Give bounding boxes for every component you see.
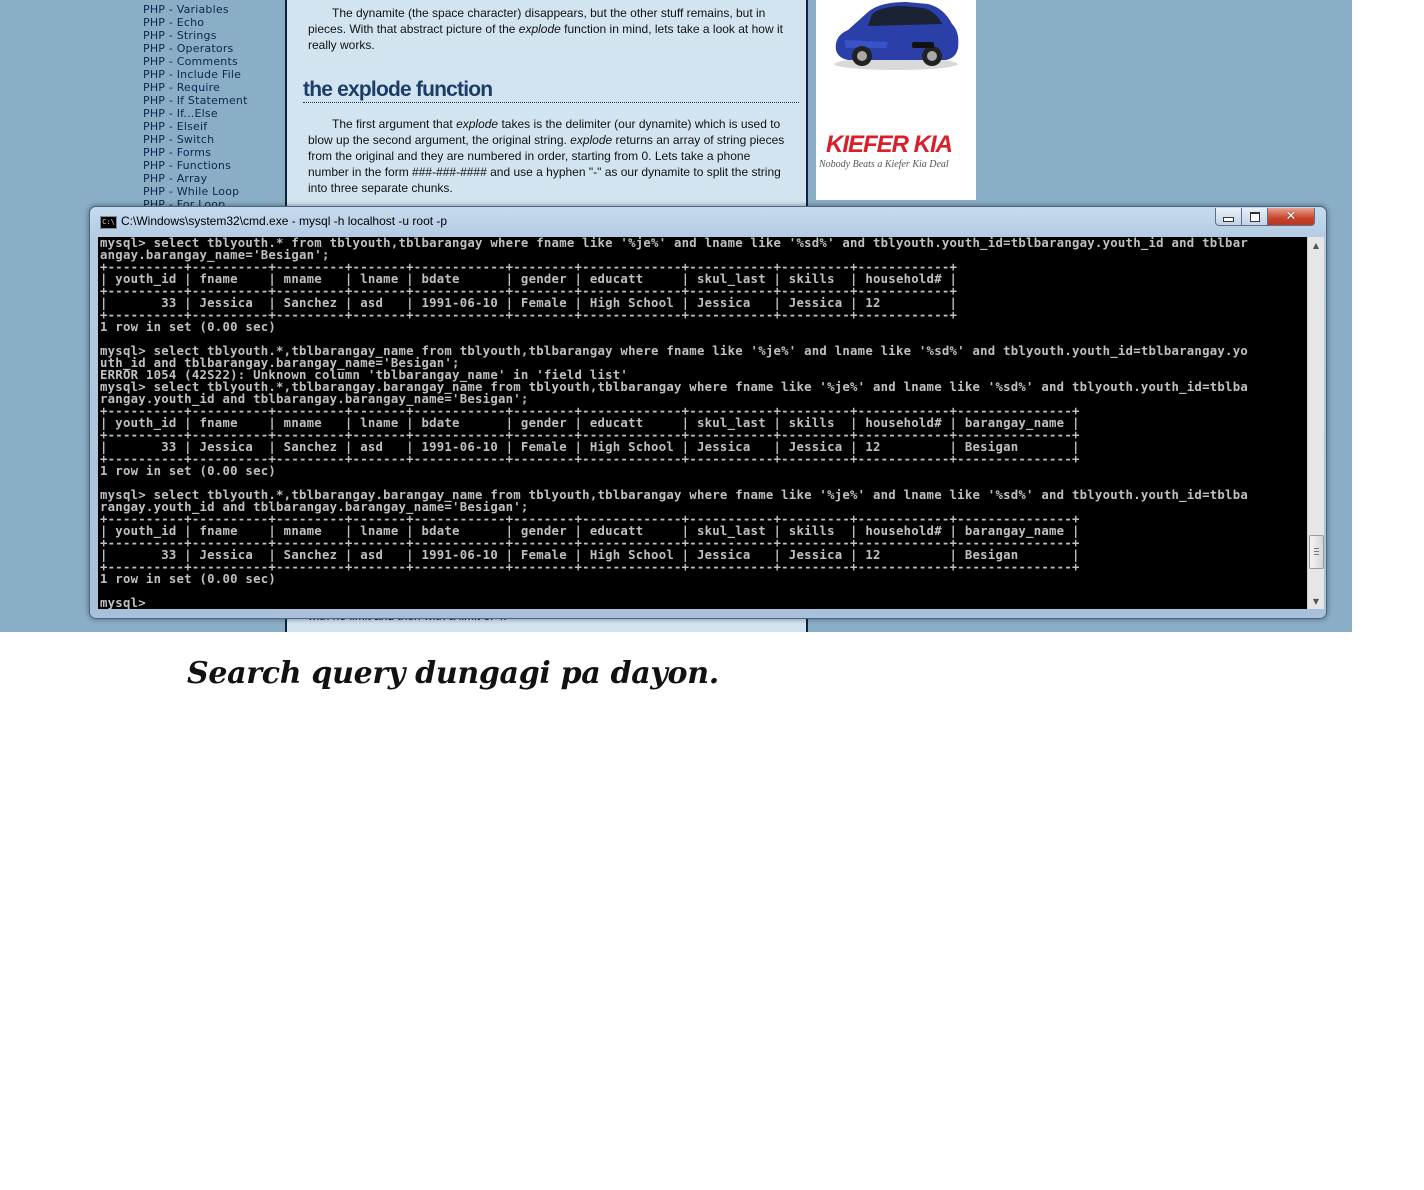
sidebar-nav-link[interactable]: PHP - Strings: [143, 29, 283, 42]
console-text: mysql> select tblyouth.* from tblyouth,t…: [100, 237, 1249, 609]
cmd-titlebar[interactable]: C:\ C:\Windows\system32\cmd.exe - mysql …: [90, 207, 1326, 237]
maximize-icon: [1249, 211, 1260, 222]
grip-line: [1314, 548, 1319, 549]
vertical-scrollbar[interactable]: ▲ ▼: [1307, 237, 1324, 609]
cmd-app-icon[interactable]: C:\: [100, 216, 117, 229]
close-button[interactable]: ✕: [1267, 208, 1315, 226]
ad-tagline: Nobody Beats a Kiefer Kia Deal: [819, 159, 949, 170]
emphasis-text: explode: [456, 117, 499, 131]
sidebar-nav-link[interactable]: PHP - Functions: [143, 159, 283, 172]
maximize-button[interactable]: [1241, 208, 1268, 226]
sidebar-nav-link[interactable]: PHP - Array: [143, 172, 283, 185]
close-icon: ✕: [1285, 209, 1297, 224]
sidebar-nav-link[interactable]: PHP - Comments: [143, 55, 283, 68]
emphasis-text: explode: [570, 133, 613, 147]
sidebar-nav-link[interactable]: PHP - Switch: [143, 133, 283, 146]
sidebar-nav-link[interactable]: PHP - Require: [143, 81, 283, 94]
minimize-icon: [1223, 217, 1234, 222]
caption-text: Search query dungagi pa dayon.: [187, 656, 719, 691]
kia-advertisement[interactable]: KIEFER KIA Nobody Beats a Kiefer Kia Dea…: [816, 0, 976, 200]
sidebar-nav-link[interactable]: PHP - Forms: [143, 146, 283, 159]
car-image: [834, 2, 959, 70]
sidebar-nav-link[interactable]: PHP - Include File: [143, 68, 283, 81]
section-heading: the explode function: [303, 77, 799, 103]
window-title: C:\Windows\system32\cmd.exe - mysql -h l…: [121, 214, 448, 228]
sidebar-nav-link[interactable]: PHP - While Loop: [143, 185, 283, 198]
sidebar-nav-link[interactable]: PHP - Variables: [143, 3, 283, 16]
article-paragraph: The dynamite (the space character) disap…: [308, 5, 788, 53]
console-output[interactable]: mysql> select tblyouth.* from tblyouth,t…: [98, 237, 1307, 609]
grip-line: [1314, 551, 1319, 552]
article-paragraph: The first argument that explode takes is…: [308, 116, 788, 196]
minimize-button[interactable]: [1215, 208, 1242, 226]
sidebar-nav-link[interactable]: PHP - If Statement: [143, 94, 283, 107]
emphasis-text: explode: [518, 22, 561, 36]
scroll-up-arrow-icon[interactable]: ▲: [1308, 237, 1324, 253]
scrollbar-thumb[interactable]: [1309, 535, 1324, 569]
php-tutorial-nav: PHP - Variables PHP - Echo PHP - Strings PH…: [143, 3, 283, 211]
paragraph-text: The first argument that: [332, 117, 457, 131]
cmd-window[interactable]: C:\ C:\Windows\system32\cmd.exe - mysql …: [89, 206, 1327, 619]
grip-line: [1314, 554, 1319, 555]
sidebar-nav-link[interactable]: PHP - Elseif: [143, 120, 283, 133]
sidebar-nav-link[interactable]: PHP - Echo: [143, 16, 283, 29]
kiefer-kia-logo: KIEFER KIA: [826, 131, 953, 158]
sidebar-nav-link[interactable]: PHP - If...Else: [143, 107, 283, 120]
scroll-down-arrow-icon[interactable]: ▼: [1308, 593, 1324, 609]
sidebar-nav-link[interactable]: PHP - Operators: [143, 42, 283, 55]
